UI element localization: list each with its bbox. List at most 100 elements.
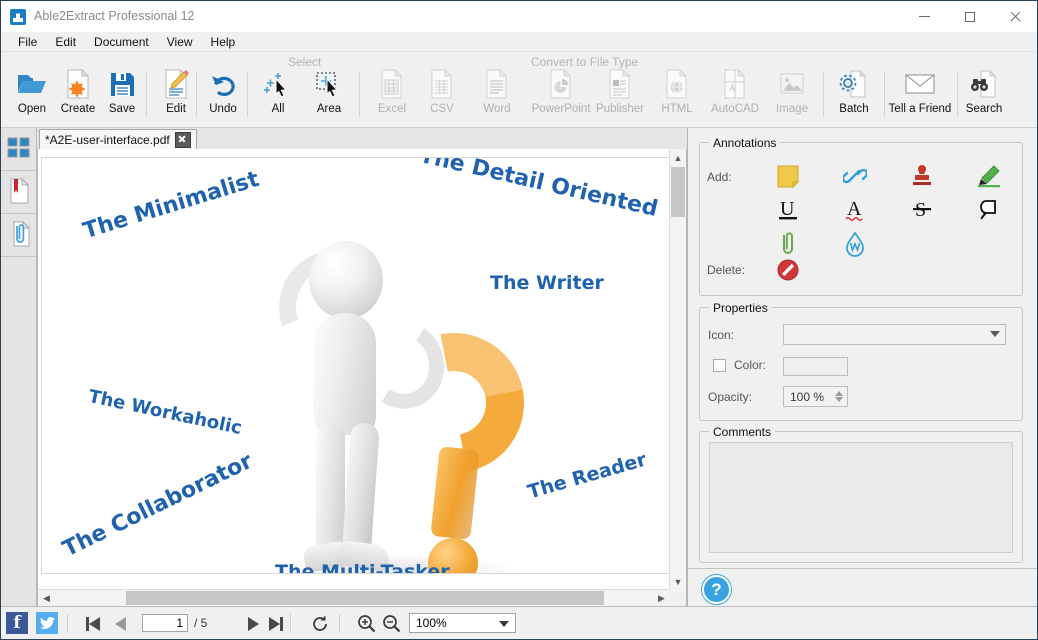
thumbnails-panel-button[interactable] [1,128,37,171]
toolbar-tell-friend-button[interactable]: Tell a Friend [884,66,956,122]
horizontal-scroll-thumb[interactable] [126,591,604,605]
toolbar-csv-button[interactable]: CSV [414,66,470,122]
properties-group-title: Properties [709,301,772,315]
help-button[interactable]: ? [702,575,731,604]
zoom-level-select[interactable]: 100% [409,613,516,633]
stepper-up-icon[interactable] [835,391,843,396]
first-page-button[interactable] [84,615,102,632]
scroll-down-icon[interactable]: ▼ [670,573,686,590]
stepper-down-icon[interactable] [835,397,843,402]
rotate-button[interactable] [309,615,331,632]
color-swatch[interactable] [783,357,848,376]
menu-view[interactable]: View [158,33,202,51]
viewer-vertical-scrollbar[interactable]: ▲ ▼ [669,149,686,590]
page-label-collaborator: The Collaborator [59,448,257,563]
zoom-in-button[interactable] [354,615,378,633]
document-tab-close-icon[interactable] [174,131,191,148]
annotations-add-label: Add: [707,170,732,184]
close-icon [1009,11,1021,23]
menu-document[interactable]: Document [85,33,158,51]
watermark-icon[interactable] [835,229,875,259]
link-icon[interactable] [835,161,875,191]
toolbar-save-button[interactable]: Save [94,66,150,122]
highlight-icon[interactable] [969,161,1009,191]
delete-annotation-icon[interactable] [768,255,808,285]
status-bar: f 1 / 5 100% [1,606,1037,639]
app-logo-icon [10,9,26,25]
toolbar-search-label: Search [965,103,1003,115]
svg-text:U: U [780,198,795,220]
menu-help[interactable]: Help [202,33,245,51]
bookmarks-panel-button[interactable] [1,171,37,214]
vertical-scroll-thumb[interactable] [671,167,685,217]
page-label-writer: The Writer [490,272,604,294]
opacity-stepper[interactable]: 100 % [783,386,848,407]
facebook-icon[interactable]: f [6,612,28,634]
powerpoint-icon [548,66,574,102]
csv-icon [429,66,455,102]
pdf-page[interactable]: The Minimalist The Detail Oriented The W… [42,158,682,573]
strikeout-icon[interactable]: S [902,195,942,225]
minimize-icon [919,16,930,17]
toolbar-word-button[interactable]: Word [469,66,525,122]
toolbar-undo-button[interactable]: Undo [195,66,251,122]
undo-arrow-icon [209,66,237,102]
scroll-corner [670,590,686,606]
toolbar-select-area-button[interactable]: Area [301,66,357,122]
next-page-button[interactable] [244,615,262,632]
toolbar-save-label: Save [108,103,136,115]
annotations-group-title: Annotations [709,136,781,150]
attachments-panel-button[interactable] [1,214,37,257]
toolbar-select-area-label: Area [316,103,342,115]
scroll-up-icon[interactable]: ▲ [670,149,686,166]
opacity-value: 100 % [790,389,825,404]
document-tab-label: *A2E-user-interface.pdf [45,132,170,147]
comments-textarea[interactable] [709,442,1013,553]
annotations-delete-label: Delete: [707,263,746,277]
page-label-minimalist: The Minimalist [80,166,263,245]
underline-icon[interactable]: U [768,195,808,225]
binoculars-icon [969,66,999,102]
title-bar: Able2Extract Professional 12 [1,1,1037,32]
toolbar-select-all-button[interactable]: All [250,66,306,122]
close-button[interactable] [992,1,1037,32]
sticky-note-icon[interactable] [768,161,808,191]
scroll-right-icon[interactable]: ▶ [653,590,670,606]
annotations-group: Annotations Add: U A Delete: [699,136,1023,296]
menu-edit[interactable]: Edit [46,33,85,51]
stamp-icon[interactable] [902,161,942,191]
maximize-button[interactable] [947,1,992,32]
document-tab[interactable]: *A2E-user-interface.pdf [39,129,197,149]
toolbar-image-button[interactable]: Image [764,66,820,122]
last-page-button[interactable] [267,615,285,632]
3d-man-with-question-mark [252,213,552,573]
viewer-horizontal-scrollbar[interactable]: ◀ ▶ [38,589,670,606]
toolbar-tell-friend-label: Tell a Friend [888,103,952,115]
help-bar: ? [688,568,1037,607]
zoom-out-button[interactable] [379,615,403,633]
properties-group: Properties Icon: Color: Opacity: 100 % [699,301,1023,421]
pdf-viewer: The Minimalist The Detail Oriented The W… [37,149,687,607]
page-number-input[interactable]: 1 [142,614,188,632]
toolbar-excel-button[interactable]: Excel [364,66,420,122]
toolbar-publisher-button[interactable]: Publisher [592,66,648,122]
toolbar-html-button[interactable]: HTML [649,66,705,122]
icon-select[interactable] [783,324,1006,345]
squiggly-icon[interactable]: A [835,195,875,225]
menu-file[interactable]: File [9,33,46,51]
envelope-icon [904,66,936,102]
prev-page-button[interactable] [111,615,129,632]
scroll-left-icon[interactable]: ◀ [38,590,55,606]
toolbar-autocad-button[interactable]: A AutoCAD [707,66,763,122]
toolbar-powerpoint-button[interactable]: PowerPoint [532,66,590,122]
callout-icon[interactable] [969,195,1009,225]
toolbar-search-button[interactable]: Search [956,66,1012,122]
toolbar-separator-5 [823,71,824,117]
html-icon [664,66,690,102]
pencil-edit-icon [162,66,190,102]
minimize-button[interactable] [902,1,947,32]
toolbar-batch-button[interactable]: Batch [826,66,882,122]
twitter-bird-icon[interactable] [36,612,58,634]
toolbar-separator-3 [247,71,248,117]
color-checkbox[interactable] [713,359,726,372]
